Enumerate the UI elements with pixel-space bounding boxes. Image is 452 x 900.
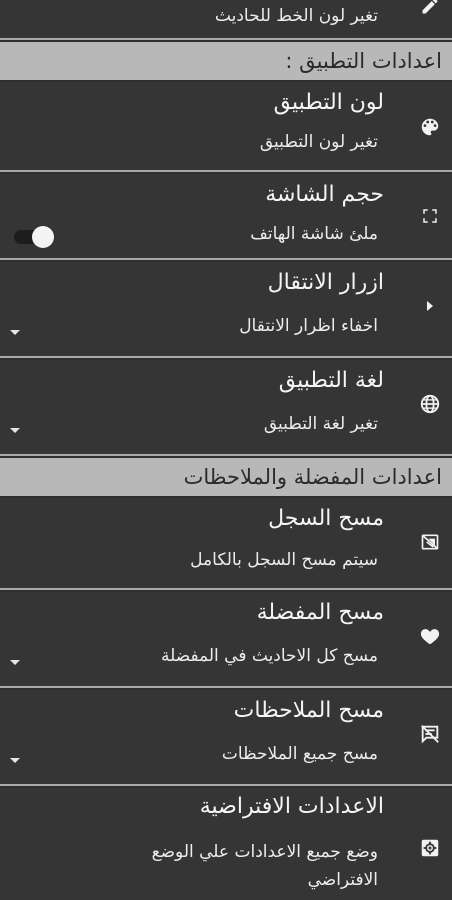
section-header-app: اعدادات التطبيق : (0, 42, 452, 80)
item-title: مسح السجل (268, 506, 384, 531)
item-subtitle: تغير لون التطبيق (259, 132, 378, 152)
item-title: حجم الشاشة (265, 182, 384, 207)
pencil-icon (418, 0, 442, 18)
settings-item-app-color[interactable]: لون التطبيق تغير لون التطبيق (0, 82, 452, 172)
settings-item-clear-notes[interactable]: مسح الملاحظات مسح جميع الملاحظات (0, 690, 452, 786)
chevron-right-icon (418, 294, 442, 318)
dropdown-caret-icon (10, 330, 20, 335)
section-header-favorites: اعدادات المفضلة والملاحظات (0, 458, 452, 496)
item-title: مسح الملاحظات (233, 698, 384, 723)
clear-notes-icon (418, 722, 442, 746)
clear-history-icon (418, 530, 442, 554)
item-subtitle: تغير لغة التطبيق (263, 414, 378, 434)
item-subtitle: مسح كل الاحاديث في المفضلة (160, 646, 378, 666)
dropdown-caret-icon (10, 428, 20, 433)
globe-icon (418, 392, 442, 416)
item-subtitle: ملئ شاشة الهاتف (250, 224, 378, 244)
heart-icon (418, 624, 442, 648)
settings-item-app-language[interactable]: لغة التطبيق تغير لغة التطبيق (0, 360, 452, 456)
item-subtitle: سيتم مسح السجل بالكامل (190, 550, 378, 570)
item-subtitle: مسح جميع الملاحظات (221, 744, 378, 764)
palette-icon (418, 115, 442, 139)
fullscreen-icon (418, 204, 442, 228)
gear-icon (418, 836, 442, 860)
item-title: لون التطبيق (273, 90, 384, 115)
fullscreen-toggle[interactable] (14, 226, 54, 248)
settings-item-nav-buttons[interactable]: ازرار الانتقال اخفاء اظرار الانتقال (0, 262, 452, 358)
dropdown-caret-icon (10, 660, 20, 665)
dropdown-caret-icon (10, 758, 20, 763)
toggle-knob (32, 226, 54, 248)
item-title: ازرار الانتقال (267, 270, 384, 295)
settings-item-defaults[interactable]: الاعدادات الافتراضية وضع جميع الاعدادات … (0, 788, 452, 900)
item-subtitle: اخفاء اظرار الانتقال (239, 316, 378, 336)
settings-item-clear-favorites[interactable]: مسح المفضلة مسح كل الاحاديث في المفضلة (0, 592, 452, 688)
settings-item-screen-size[interactable]: حجم الشاشة ملئ شاشة الهاتف (0, 174, 452, 260)
item-title: الاعدادات الافتراضية (199, 794, 384, 819)
settings-item-clear-history[interactable]: مسح السجل سيتم مسح السجل بالكامل (0, 498, 452, 590)
settings-item-font-color[interactable]: تغير لون الخط للحاديث (0, 0, 452, 40)
item-subtitle: تغير لون الخط للحاديث (214, 6, 378, 26)
item-subtitle: وضع جميع الاعدادات علي الوضع الافتراضي (151, 842, 378, 890)
item-title: لغة التطبيق (278, 368, 384, 393)
item-title: مسح المفضلة (256, 600, 384, 625)
